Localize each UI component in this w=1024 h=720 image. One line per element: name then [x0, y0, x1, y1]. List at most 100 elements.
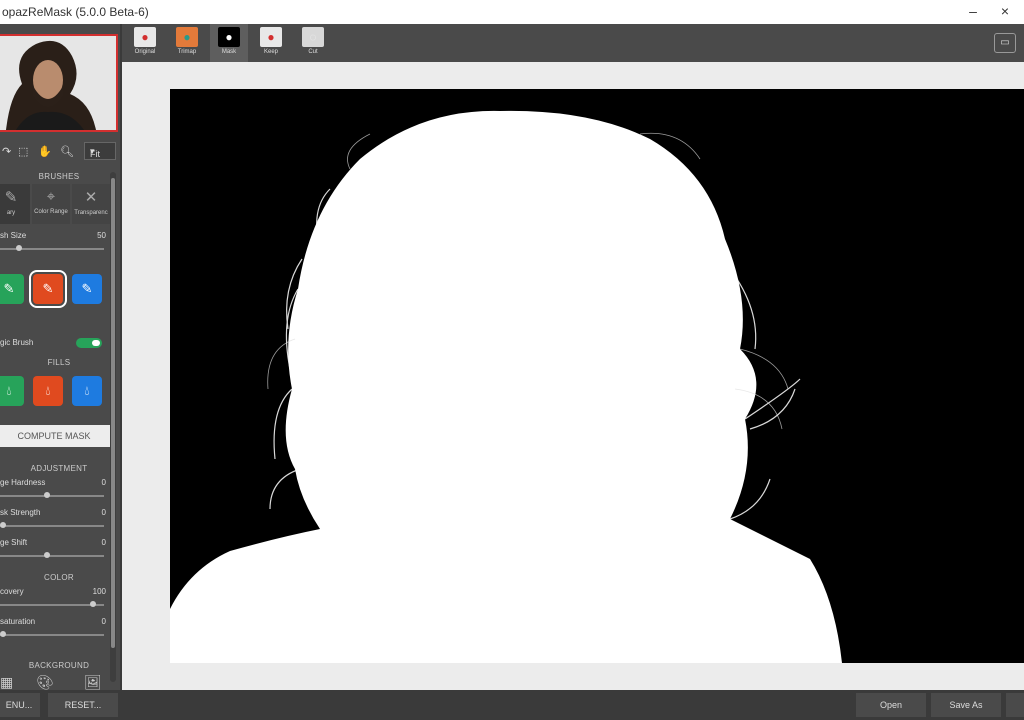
slider-knob[interactable] [90, 601, 97, 607]
slider-knob[interactable] [15, 245, 22, 251]
transparency-brush-button[interactable]: ✕ Transparenc [72, 184, 110, 224]
recovery-value: 100 [92, 587, 106, 596]
brush-label: ary [6, 210, 16, 216]
redo-icon[interactable]: ↷ [2, 145, 11, 158]
edge-hardness-value: 0 [101, 478, 106, 487]
image-thumbnail[interactable] [0, 34, 118, 132]
cut-brush-button[interactable]: ✎ [72, 274, 102, 304]
magic-brush-toggle[interactable] [76, 338, 102, 348]
background-heading: BACKGROUND [28, 661, 90, 670]
brush-size-label: sh Size [0, 231, 27, 240]
open-button[interactable]: Open [856, 693, 926, 717]
brush-icon: ✎ [4, 189, 18, 206]
keep-icon: ● [260, 27, 282, 47]
edge-hardness-slider[interactable] [0, 492, 104, 498]
reset-button[interactable]: RESET... [48, 693, 118, 717]
cut-brush-icon: ✎ [81, 281, 93, 296]
color-heading: COLOR [44, 573, 74, 582]
slider-knob[interactable] [0, 631, 6, 637]
keep-fill-button[interactable]: 💧︎ [0, 376, 24, 406]
brush-size-slider[interactable] [0, 245, 104, 251]
tab-label: Trimap [177, 49, 197, 55]
zoom-select[interactable]: Fit ▾ [84, 142, 116, 160]
menu-button[interactable]: ENU... [0, 693, 40, 717]
tab-label: Original [134, 49, 156, 55]
tab-original[interactable]: ● Original [126, 24, 164, 62]
view-mode-bar: ● Original ● Trimap ● Mask ● Keep ◌ Cut … [122, 24, 1024, 62]
compute-mask-button[interactable]: COMPUTE MASK [0, 425, 110, 447]
image-icon[interactable]: 🖼︎ [84, 674, 102, 690]
brush-label: Color Range [34, 209, 68, 215]
hand-icon[interactable]: ✋ [38, 145, 52, 158]
mask-preview[interactable] [170, 89, 1024, 663]
title-bar: opazReMask (5.0.0 Beta-6) – × [0, 0, 1024, 24]
fullscreen-icon: ▭ [1000, 37, 1010, 48]
tab-label: Keep [263, 49, 278, 55]
portrait-thumbnail-image [0, 36, 116, 130]
scrollbar-thumb[interactable] [111, 178, 115, 648]
panel-scrollbar[interactable] [110, 172, 116, 682]
desaturation-label: saturation [0, 617, 36, 626]
color-range-brush-button[interactable]: ⌖ Color Range [32, 184, 70, 224]
keep-brush-button[interactable]: ✎ [0, 274, 24, 304]
close-button[interactable]: × [994, 1, 1016, 21]
canvas-area[interactable] [122, 62, 1024, 690]
desaturation-slider[interactable] [0, 631, 104, 637]
edge-shift-slider[interactable] [0, 552, 104, 558]
palette-icon[interactable]: 🎨︎ [36, 674, 54, 690]
recovery-slider[interactable] [0, 601, 104, 607]
eyedropper-icon: ⌖ [46, 188, 56, 205]
slider-knob[interactable] [44, 492, 51, 498]
save-as-button[interactable]: Save As [931, 693, 1001, 717]
cut-fill-button[interactable]: 💧︎ [72, 376, 102, 406]
zoom-select-value: Fit [90, 149, 100, 159]
selection-icon[interactable]: ⬚ [18, 145, 28, 158]
edge-shift-value: 0 [101, 538, 106, 547]
mask-strength-slider[interactable] [0, 522, 104, 528]
compute-brush-icon: ✎ [42, 281, 54, 296]
brush-size-value: 50 [97, 231, 106, 240]
edge-hardness-label: ge Hardness [0, 478, 46, 487]
desaturation-value: 0 [101, 617, 106, 626]
mask-icon: ● [218, 27, 240, 47]
tab-keep[interactable]: ● Keep [252, 24, 290, 62]
slider-knob[interactable] [44, 552, 51, 558]
window-title: opazReMask (5.0.0 Beta-6) [2, 5, 149, 19]
primary-brush-button[interactable]: ✎ ary [0, 184, 30, 224]
cut-icon: ◌ [302, 27, 324, 47]
tab-label: Mask [221, 49, 237, 55]
droplet-icon: 💧︎ [6, 383, 12, 398]
mask-image [170, 89, 1024, 663]
recovery-label: covery [0, 587, 24, 596]
view-tools-row: ↷ ⬚ ✋ 🔍︎ Fit ▾ [0, 142, 118, 164]
tab-label: Cut [308, 49, 318, 55]
droplet-icon: 💧︎ [84, 383, 90, 398]
tab-cut[interactable]: ◌ Cut [294, 24, 332, 62]
keep-brush-icon: ✎ [3, 281, 15, 296]
compute-fill-button[interactable]: 💧︎ [33, 376, 63, 406]
zoom-icon[interactable]: 🔍︎ [60, 145, 74, 158]
tab-trimap[interactable]: ● Trimap [168, 24, 206, 62]
droplet-icon: 💧︎ [45, 383, 51, 398]
slider-knob[interactable] [0, 522, 6, 528]
brush-types: ✎ ary ⌖ Color Range ✕ Transparenc [0, 184, 118, 224]
fullscreen-button[interactable]: ▭ [994, 33, 1016, 53]
edge-shift-label: ge Shift [0, 538, 28, 547]
apple-icon: ● [134, 27, 156, 47]
background-options: ▦ 🎨︎ 🖼︎ [0, 674, 118, 690]
bottom-bar: ENU... RESET... Open Save As [0, 690, 1024, 720]
save-button[interactable] [1006, 693, 1024, 717]
minimize-button[interactable]: – [962, 1, 984, 21]
magic-brush-label: gic Brush [0, 338, 34, 347]
brush-label: Transparenc [74, 210, 108, 216]
adjustment-heading: ADJUSTMENT [30, 464, 88, 473]
mask-strength-value: 0 [101, 508, 106, 517]
compute-brush-button[interactable]: ✎ [29, 270, 67, 308]
brushes-heading: BRUSHES [38, 172, 80, 181]
left-panel: ↷ ⬚ ✋ 🔍︎ Fit ▾ BRUSHES ✎ ary ⌖ Color Ran… [0, 24, 122, 690]
tab-mask[interactable]: ● Mask [210, 24, 248, 62]
checker-icon[interactable]: ▦ [0, 674, 13, 690]
mask-strength-label: sk Strength [0, 508, 41, 517]
fills-heading: FILLS [47, 358, 71, 367]
trimap-icon: ● [176, 27, 198, 47]
